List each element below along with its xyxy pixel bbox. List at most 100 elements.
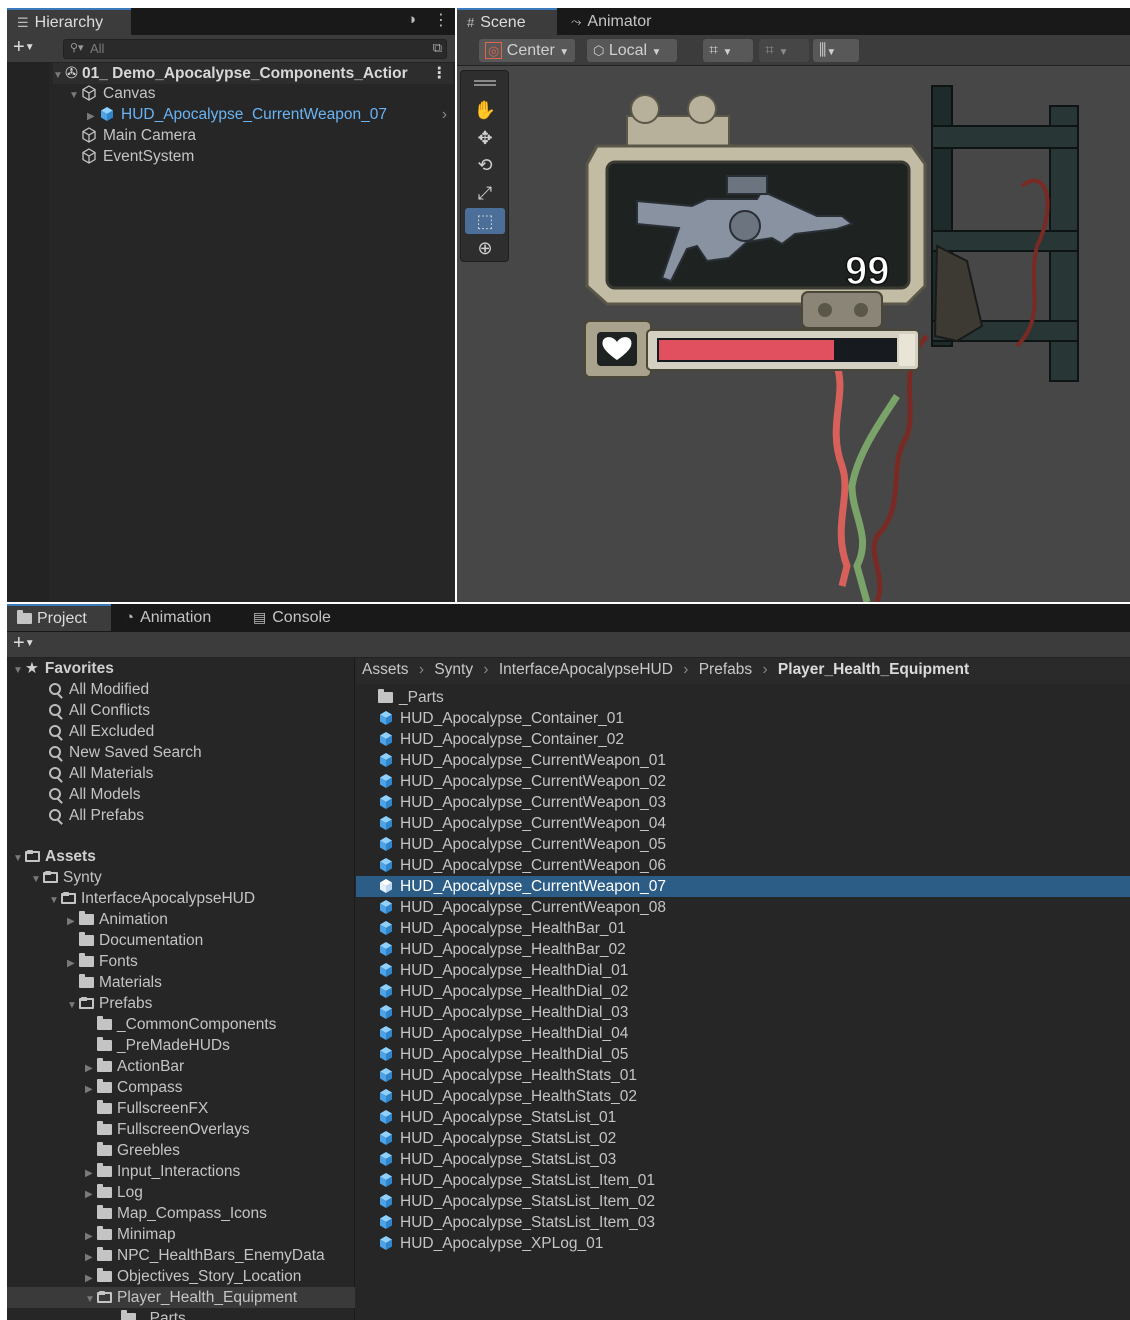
breadcrumb-item[interactable]: Prefabs <box>699 661 752 678</box>
pivot-local-dropdown[interactable]: ⬡ Local ▼ <box>587 39 677 62</box>
lock-icon[interactable]: ◑ <box>407 11 416 28</box>
expand-arrow-icon[interactable]: ▶ <box>85 1058 97 1079</box>
file-item-prefab[interactable]: HUD_Apocalypse_StatsList_Item_01 <box>356 1170 1130 1191</box>
tab-console[interactable]: ▤ Console <box>243 604 341 631</box>
expand-arrow-icon[interactable]: ▼ <box>13 848 25 869</box>
expand-arrow-icon[interactable]: ▶ <box>85 1184 97 1205</box>
hierarchy-item-main-camera[interactable]: Main Camera <box>81 125 196 146</box>
tree-item-objectives[interactable]: ▶ Objectives_Story_Location <box>85 1266 301 1287</box>
tree-item-compass[interactable]: ▶ Compass <box>85 1077 182 1098</box>
favorite-item[interactable]: All Modified <box>49 679 149 700</box>
file-item-prefab[interactable]: HUD_Apocalypse_StatsList_Item_03 <box>356 1212 1130 1233</box>
tab-scene[interactable]: # Scene <box>457 8 557 35</box>
expand-arrow-icon[interactable]: ▶ <box>87 106 99 127</box>
file-item-prefab[interactable]: HUD_Apocalypse_HealthDial_02 <box>356 981 1130 1002</box>
tree-item-player-health[interactable]: ▼ Player_Health_Equipment <box>7 1287 355 1308</box>
hierarchy-item-canvas[interactable]: ▼ Canvas <box>69 83 156 104</box>
file-item-folder[interactable]: _Parts <box>356 687 1130 708</box>
tree-item-fonts[interactable]: ▶ Fonts <box>67 951 138 972</box>
tab-project[interactable]: Project <box>7 604 111 631</box>
file-item-prefab[interactable]: HUD_Apocalypse_CurrentWeapon_05 <box>356 834 1130 855</box>
file-item-prefab[interactable]: HUD_Apocalypse_HealthDial_05 <box>356 1044 1130 1065</box>
expand-arrow-icon[interactable]: ▶ <box>85 1163 97 1184</box>
tab-animator[interactable]: ⤳ Animator <box>561 8 661 35</box>
expand-arrow-icon[interactable]: ▼ <box>53 65 65 86</box>
tree-item-prefabs[interactable]: ▼ Prefabs <box>67 993 152 1014</box>
breadcrumb-item[interactable]: Synty <box>434 661 473 678</box>
file-item-prefab[interactable]: HUD_Apocalypse_HealthDial_01 <box>356 960 1130 981</box>
file-item-prefab[interactable]: HUD_Apocalypse_HealthBar_01 <box>356 918 1130 939</box>
tree-item-documentation[interactable]: Documentation <box>79 930 203 951</box>
assets-header[interactable]: ▼ Assets <box>13 846 96 867</box>
increment-snap-dropdown[interactable]: ⌗ ▼ <box>759 39 809 62</box>
file-item-prefab[interactable]: HUD_Apocalypse_CurrentWeapon_07 <box>356 876 1130 897</box>
favorite-item[interactable]: All Excluded <box>49 721 154 742</box>
favorite-item[interactable]: All Conflicts <box>49 700 150 721</box>
tree-item-input[interactable]: ▶ Input_Interactions <box>85 1161 240 1182</box>
expand-arrow-icon[interactable]: ▶ <box>85 1247 97 1268</box>
file-item-prefab[interactable]: HUD_Apocalypse_CurrentWeapon_03 <box>356 792 1130 813</box>
hierarchy-item-prefab[interactable]: ▶ HUD_Apocalypse_CurrentWeapon_07 › <box>87 104 455 125</box>
tree-item-synty[interactable]: ▼ Synty <box>31 867 102 888</box>
pivot-center-dropdown[interactable]: ◎ Center ▼ <box>479 39 575 62</box>
hierarchy-item-scene[interactable]: ▼ ✇ 01_ Demo_Apocalypse_Components_Actior … <box>53 63 453 84</box>
scene-menu-icon[interactable]: ⋮ <box>432 63 448 84</box>
expand-arrow-icon[interactable]: ▼ <box>85 1289 97 1310</box>
tab-animation[interactable]: ◔ Animation <box>115 604 221 631</box>
file-item-prefab[interactable]: HUD_Apocalypse_Container_02 <box>356 729 1130 750</box>
chevron-right-icon[interactable]: › <box>442 104 447 125</box>
tree-item-animation[interactable]: ▶ Animation <box>67 909 168 930</box>
tree-item-log[interactable]: ▶ Log <box>85 1182 143 1203</box>
favorite-item[interactable]: New Saved Search <box>49 742 202 763</box>
file-item-prefab[interactable]: HUD_Apocalypse_CurrentWeapon_08 <box>356 897 1130 918</box>
expand-arrow-icon[interactable]: ▼ <box>67 995 79 1016</box>
grid-snap-dropdown[interactable]: ⌗ ▼ <box>703 39 753 62</box>
file-item-prefab[interactable]: HUD_Apocalypse_CurrentWeapon_04 <box>356 813 1130 834</box>
hierarchy-search-input[interactable]: ⚲▾ All ⧉ <box>63 39 447 59</box>
hierarchy-item-event-system[interactable]: EventSystem <box>81 146 194 167</box>
expand-arrow-icon[interactable]: ▶ <box>85 1226 97 1247</box>
file-item-prefab[interactable]: HUD_Apocalypse_StatsList_02 <box>356 1128 1130 1149</box>
tree-item-npc[interactable]: ▶ NPC_HealthBars_EnemyData <box>85 1245 325 1266</box>
scene-viewport[interactable]: 99 <box>457 66 1130 602</box>
create-button[interactable]: +▼ <box>13 632 35 655</box>
file-item-prefab[interactable]: HUD_Apocalypse_HealthStats_01 <box>356 1065 1130 1086</box>
tab-hierarchy[interactable]: ☰ Hierarchy <box>7 8 131 35</box>
file-item-prefab[interactable]: HUD_Apocalypse_CurrentWeapon_06 <box>356 855 1130 876</box>
favorite-item[interactable]: All Prefabs <box>49 805 144 826</box>
expand-arrow-icon[interactable]: ▼ <box>69 85 81 106</box>
tree-item-materials[interactable]: Materials <box>79 972 162 993</box>
file-item-prefab[interactable]: HUD_Apocalypse_Container_01 <box>356 708 1130 729</box>
file-item-prefab[interactable]: HUD_Apocalypse_CurrentWeapon_02 <box>356 771 1130 792</box>
tree-item-overlays[interactable]: FullscreenOverlays <box>97 1119 250 1140</box>
file-item-prefab[interactable]: HUD_Apocalypse_StatsList_03 <box>356 1149 1130 1170</box>
expand-arrow-icon[interactable]: ▼ <box>13 660 25 681</box>
file-item-prefab[interactable]: HUD_Apocalypse_StatsList_01 <box>356 1107 1130 1128</box>
favorite-item[interactable]: All Models <box>49 784 141 805</box>
favorite-item[interactable]: All Materials <box>49 763 153 784</box>
file-item-prefab[interactable]: HUD_Apocalypse_StatsList_Item_02 <box>356 1191 1130 1212</box>
breadcrumb-item[interactable]: Assets <box>362 661 409 678</box>
ruler-dropdown[interactable]: ⫼▼ <box>813 39 859 62</box>
expand-arrow-icon[interactable]: ▼ <box>49 890 61 911</box>
file-item-prefab[interactable]: HUD_Apocalypse_CurrentWeapon_01 <box>356 750 1130 771</box>
tree-item-common[interactable]: _CommonComponents <box>97 1014 276 1035</box>
tree-item-interface[interactable]: ▼ InterfaceApocalypseHUD <box>49 888 255 909</box>
file-item-prefab[interactable]: HUD_Apocalypse_HealthDial_03 <box>356 1002 1130 1023</box>
expand-arrow-icon[interactable]: ▶ <box>85 1079 97 1100</box>
expand-arrow-icon[interactable]: ▼ <box>31 869 43 890</box>
breadcrumb-item-current[interactable]: Player_Health_Equipment <box>778 661 969 678</box>
expand-arrow-icon[interactable]: ▶ <box>67 911 79 932</box>
tree-item-parts[interactable]: _Parts <box>121 1308 186 1320</box>
kebab-menu-icon[interactable]: ⋮ <box>433 10 449 30</box>
tree-item-greebles[interactable]: Greebles <box>97 1140 180 1161</box>
tree-item-map-icons[interactable]: Map_Compass_Icons <box>97 1203 267 1224</box>
scene-search-icon[interactable]: ⧉ <box>433 40 442 56</box>
tree-item-fullscreenfx[interactable]: FullscreenFX <box>97 1098 208 1119</box>
tree-item-actionbar[interactable]: ▶ ActionBar <box>85 1056 184 1077</box>
file-item-prefab[interactable]: HUD_Apocalypse_HealthBar_02 <box>356 939 1130 960</box>
expand-arrow-icon[interactable]: ▶ <box>67 953 79 974</box>
file-item-prefab[interactable]: HUD_Apocalypse_HealthDial_04 <box>356 1023 1130 1044</box>
file-item-prefab[interactable]: HUD_Apocalypse_XPLog_01 <box>356 1233 1130 1254</box>
favorites-header[interactable]: ▼ ★ Favorites <box>13 658 114 679</box>
